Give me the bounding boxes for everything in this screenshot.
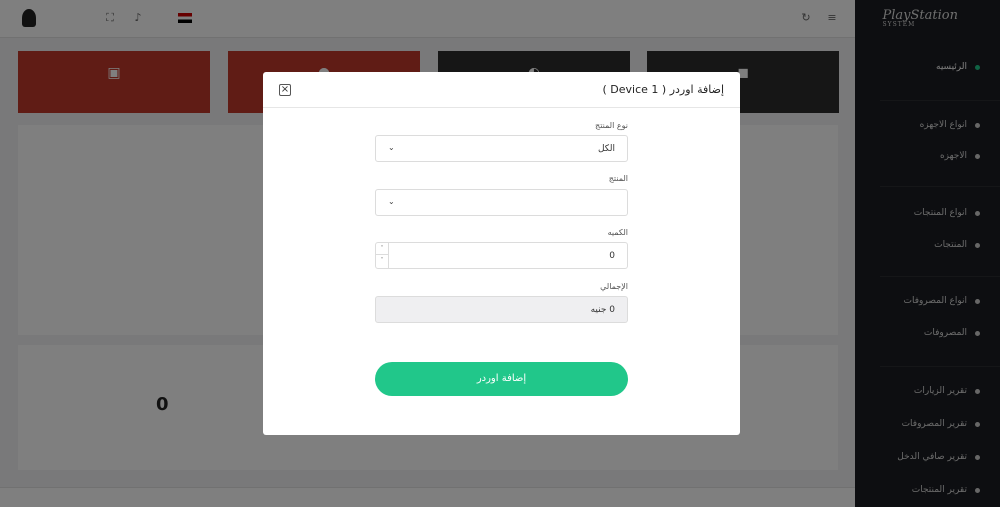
quantity-stepper[interactable]: 0 ˄ ˅ <box>375 242 628 269</box>
quantity-label: الكميه <box>607 228 628 237</box>
product-type-select[interactable]: الكل ⌄ <box>375 135 628 162</box>
total-field: 0 جنيه <box>375 296 628 323</box>
quantity-value: 0 <box>609 251 615 261</box>
product-select[interactable]: ⌄ <box>375 189 628 216</box>
product-type-value: الكل <box>597 144 615 154</box>
add-order-button[interactable]: إضافة اوردر <box>375 362 628 396</box>
modal-header: إضافة اوردر ( Device 1 ) × <box>263 72 740 108</box>
chevron-down-icon: ⌄ <box>388 197 395 206</box>
add-order-modal: إضافة اوردر ( Device 1 ) × نوع المنتج ال… <box>263 72 740 435</box>
decrement-button[interactable]: ˅ <box>376 255 388 267</box>
chevron-down-icon: ⌄ <box>388 143 395 152</box>
total-value: 0 جنيه <box>590 305 615 315</box>
close-button[interactable]: × <box>279 84 291 96</box>
increment-button[interactable]: ˄ <box>376 243 388 255</box>
total-label: الإجمالي <box>600 282 628 291</box>
product-type-label: نوع المنتج <box>595 121 628 130</box>
stepper-buttons: ˄ ˅ <box>376 243 389 268</box>
modal-title: إضافة اوردر ( Device 1 ) <box>602 83 725 96</box>
product-label: المنتج <box>608 174 628 183</box>
